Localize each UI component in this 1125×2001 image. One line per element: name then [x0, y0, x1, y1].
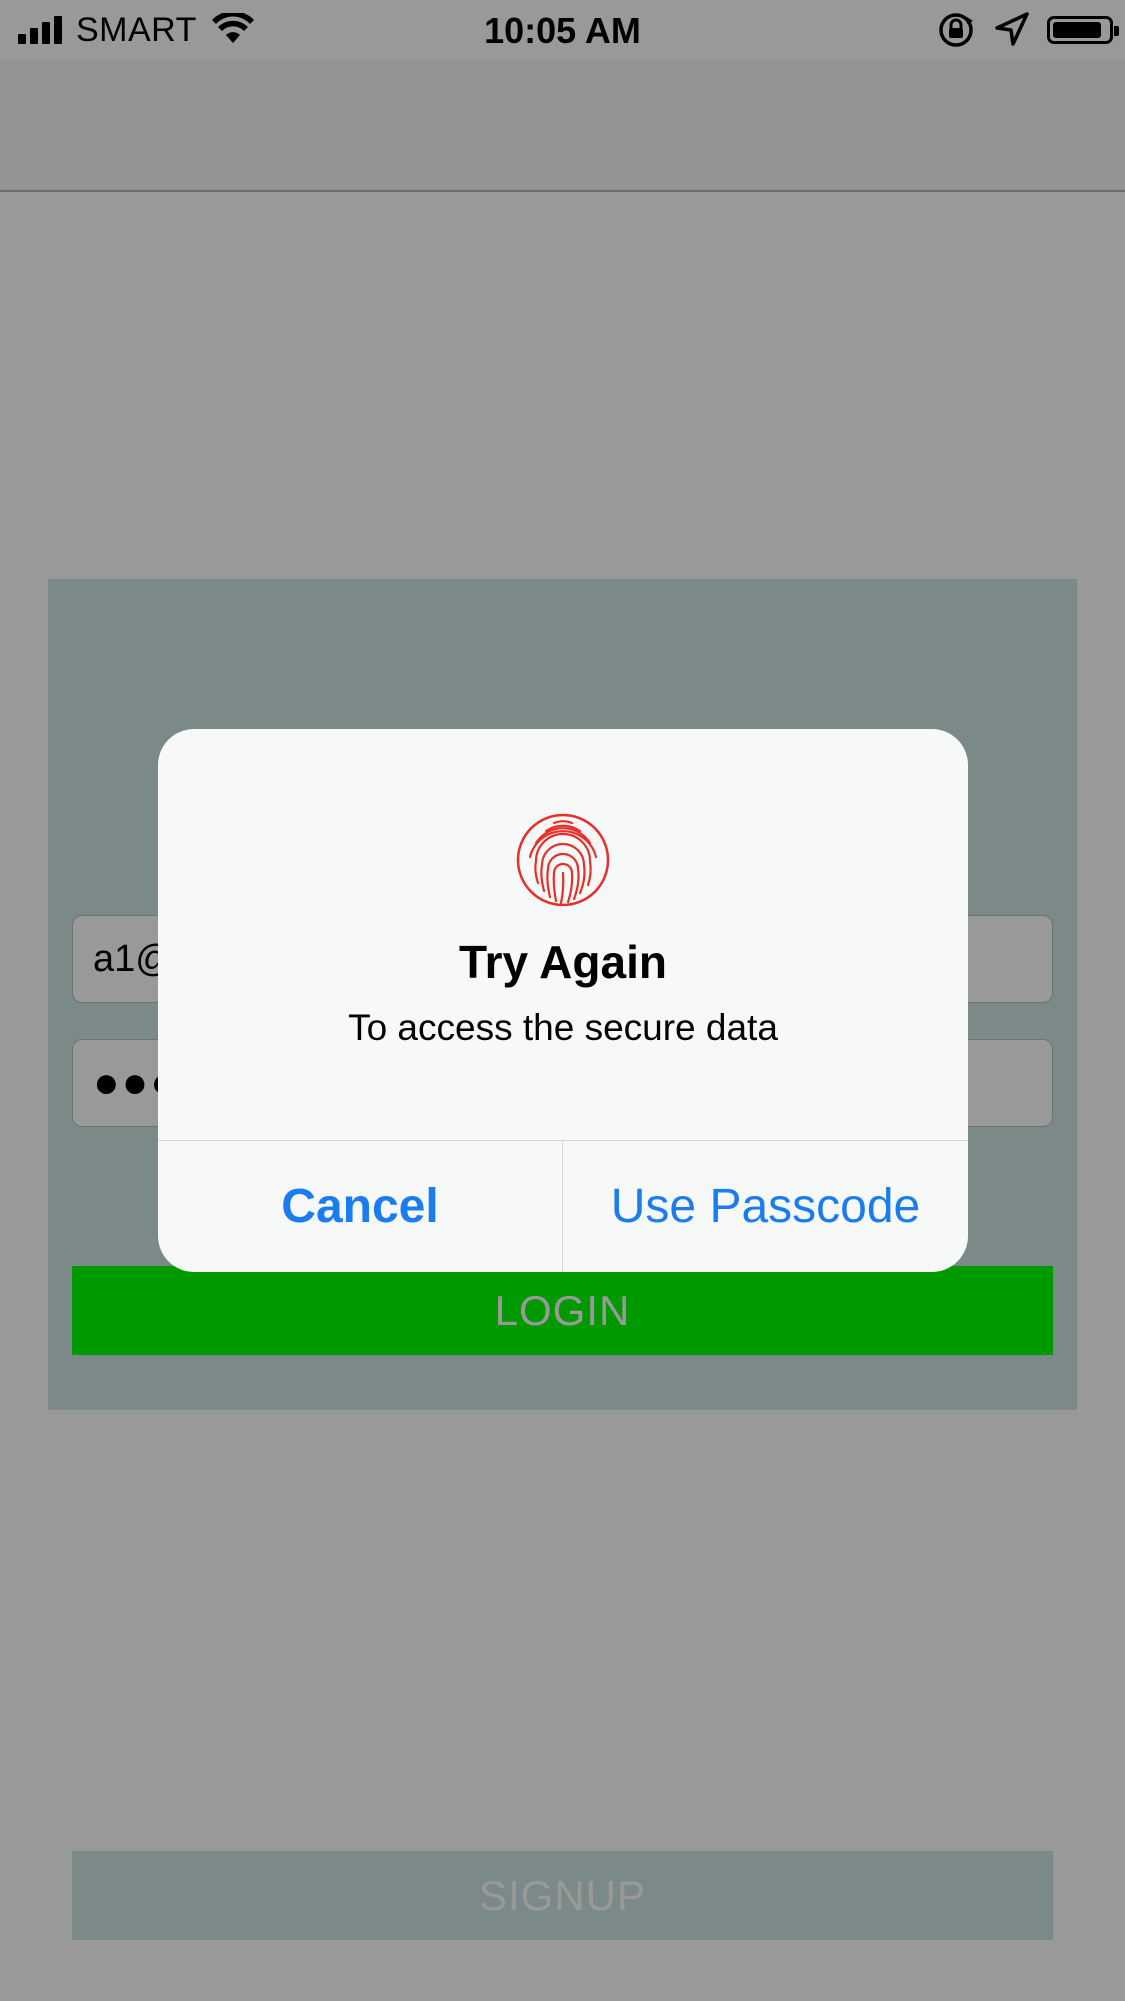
- alert-title: Try Again: [459, 936, 667, 988]
- app-screen: SMART 10:05 AM a1@ ●●● LOGIN SIGNUP Try …: [0, 0, 1125, 2001]
- cancel-button[interactable]: Cancel: [158, 1141, 562, 1272]
- use-passcode-button-label: Use Passcode: [610, 1180, 921, 1233]
- fingerprint-icon: [516, 813, 610, 907]
- touch-id-alert: Try Again To access the secure data Canc…: [158, 729, 968, 1272]
- alert-message: To access the secure data: [348, 1007, 778, 1048]
- use-passcode-button[interactable]: Use Passcode: [563, 1141, 968, 1272]
- cancel-button-label: Cancel: [281, 1180, 439, 1233]
